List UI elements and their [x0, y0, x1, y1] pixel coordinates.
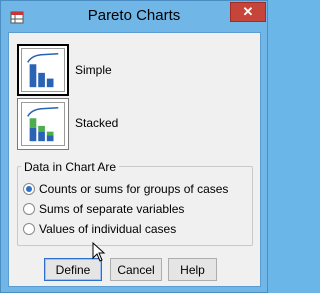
chart-option-simple[interactable]	[17, 44, 69, 96]
cancel-button[interactable]: Cancel	[110, 258, 162, 281]
mouse-cursor-icon	[92, 242, 106, 262]
chart-option-simple-label[interactable]: Simple	[75, 63, 112, 77]
group-legend: Data in Chart Are	[21, 160, 120, 174]
radio-values-individual-cases[interactable]: Values of individual cases	[23, 222, 176, 236]
close-button[interactable]: ✕	[230, 2, 266, 22]
chart-option-stacked-label[interactable]: Stacked	[75, 116, 118, 130]
radio-button[interactable]	[23, 203, 35, 215]
radio-label: Sums of separate variables	[39, 202, 185, 216]
radio-label: Counts or sums for groups of cases	[39, 182, 229, 196]
dialog-window: Pareto Charts ✕ Simple Stacked Data in C…	[0, 0, 268, 293]
pareto-simple-chart-icon	[21, 48, 65, 92]
title-bar[interactable]: Pareto Charts ✕	[1, 1, 267, 31]
radio-counts-or-sums[interactable]: Counts or sums for groups of cases	[23, 182, 228, 196]
dialog-body: Simple Stacked Data in Chart Are Counts …	[8, 32, 261, 287]
pareto-stacked-chart-icon	[21, 102, 65, 146]
radio-button[interactable]	[23, 183, 35, 195]
dialog-title: Pareto Charts	[87, 7, 181, 24]
close-icon: ✕	[242, 4, 254, 19]
chart-option-stacked[interactable]	[17, 98, 69, 150]
radio-button[interactable]	[23, 223, 35, 235]
radio-label: Values of individual cases	[39, 222, 177, 236]
radio-sums-separate-variables[interactable]: Sums of separate variables	[23, 202, 184, 216]
help-button[interactable]: Help	[168, 258, 217, 281]
